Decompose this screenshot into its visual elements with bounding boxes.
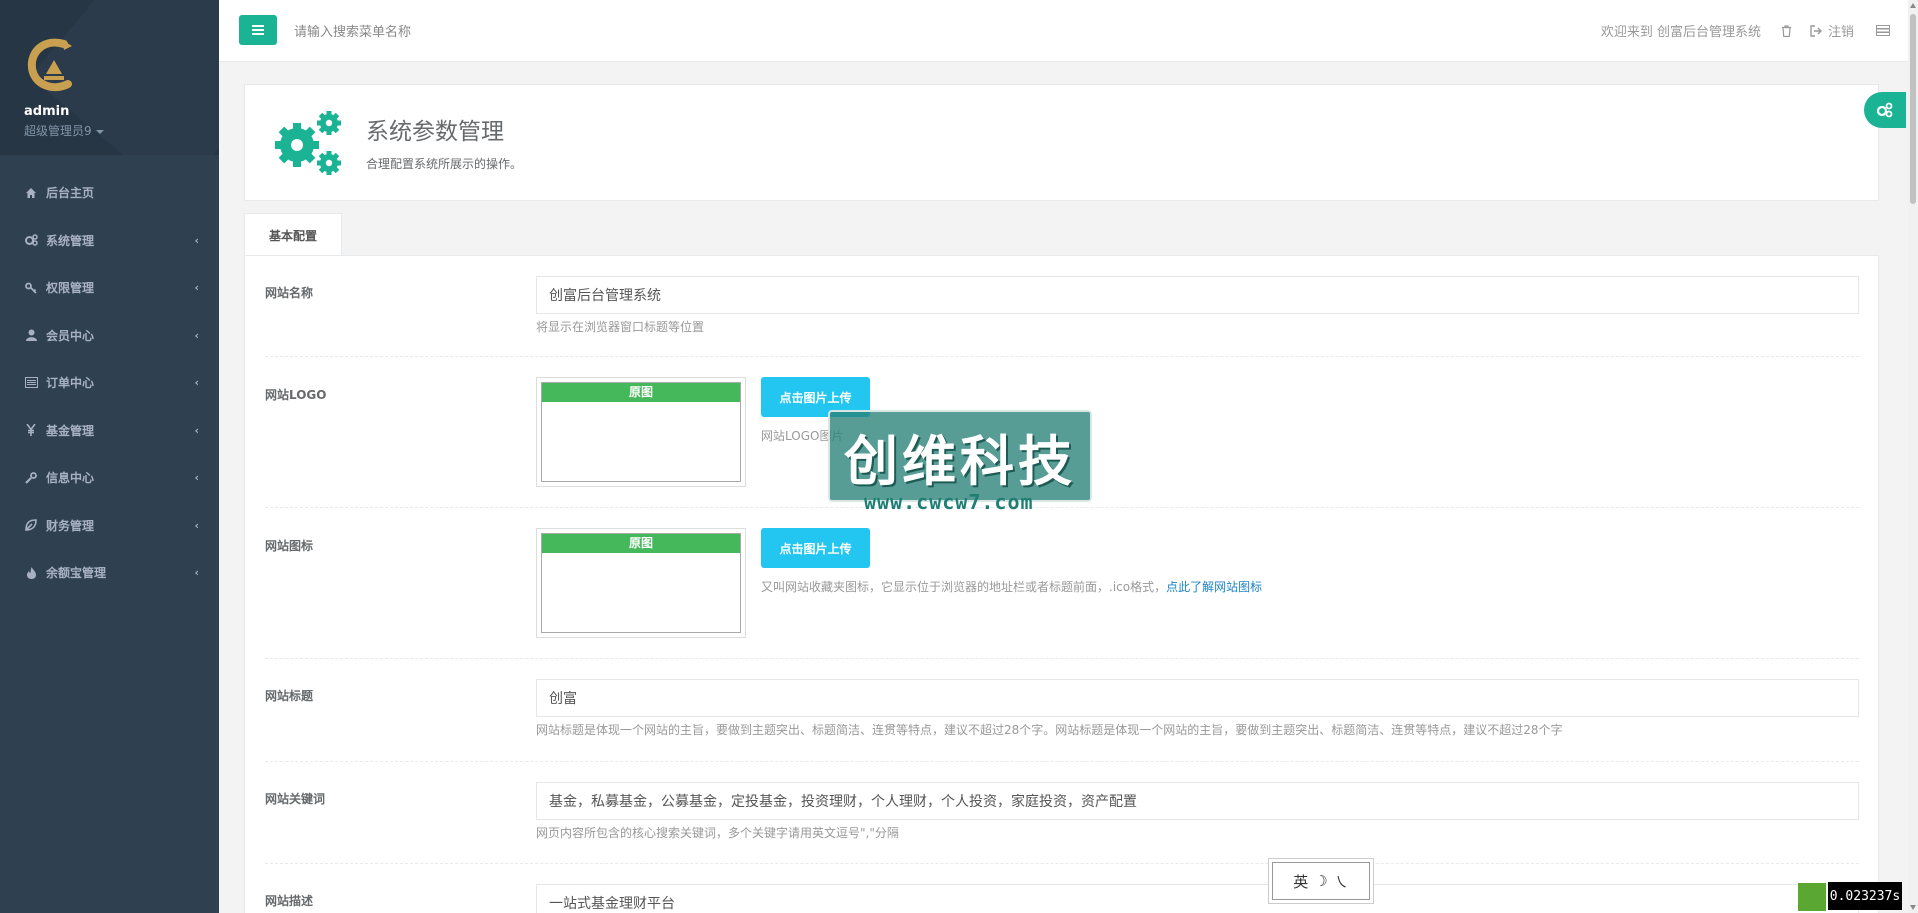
page-title: 系统参数管理 [366,119,504,145]
page-scrollbar[interactable] [1908,0,1918,913]
cogs-icon [24,233,38,247]
site-title-input[interactable]: 创富 [536,679,1859,717]
form-row-site-icon: 网站图标 原图 点击图片上传 又叫网站收藏夹图标，它显示位于浏览器的地址栏或者标… [265,508,1859,659]
admin-name: admin [24,104,70,119]
site-icon-preview: 原图 [536,528,746,638]
sidebar-item-yuebao[interactable]: 余额宝管理 ‹ [0,549,219,597]
site-desc-label: 网站描述 [265,894,314,908]
page-timing: 0.023237s [1828,882,1902,910]
chevron-left-icon: ‹ [194,233,199,247]
chevron-left-icon: ‹ [194,281,199,295]
ime-lang: 英 [1293,872,1309,891]
page-header: 系统参数管理 合理配置系统所展示的操作。 [244,84,1879,201]
sidebar-item-label: 订单中心 [46,376,95,391]
sidebar-item-label: 财务管理 [46,518,95,533]
sidebar-item-permission[interactable]: 权限管理 ‹ [0,264,219,312]
site-title-label: 网站标题 [265,689,314,703]
site-logo-label: 网站LOGO [265,388,327,402]
logo [24,34,84,94]
site-icon-label: 网站图标 [265,539,314,553]
site-name-help: 将显示在浏览器窗口标题等位置 [536,320,705,334]
chevron-left-icon: ‹ [194,566,199,580]
fire-icon [24,566,38,580]
sidebar-toggle-button[interactable] [239,15,277,45]
sidebar: admin 超级管理员9 后台主页 系统管理 ‹ 权限管理 ‹ 会员中心 ‹ 订… [0,0,219,913]
watermark-title: 创维科技 [844,429,1076,493]
site-name-label: 网站名称 [265,286,314,300]
site-name-input[interactable]: 创富后台管理系统 [536,276,1859,314]
trash-icon[interactable] [1781,24,1792,37]
page-description: 合理配置系统所展示的操作。 [366,157,523,171]
ime-toolbar[interactable]: 英 ☽ ㇏ [1272,862,1370,900]
sidebar-item-system[interactable]: 系统管理 ‹ [0,217,219,265]
sidebar-item-fund[interactable]: 基金管理 ‹ [0,407,219,455]
site-title-help: 网站标题是体现一个网站的主旨，要做到主题突出、标题简洁、连贯等特点，建议不超过2… [536,723,1563,737]
site-desc-input[interactable]: 一站式基金理财平台 [536,884,1859,913]
tab-basic-config[interactable]: 基本配置 [244,213,342,256]
leaf-icon [24,518,38,532]
logout-label: 注销 [1827,25,1854,40]
image-caption: 原图 [542,534,740,553]
theme-settings-button[interactable] [1864,92,1906,128]
caret-down-icon [95,129,104,134]
sign-out-icon [1810,24,1822,37]
sidebar-item-label: 系统管理 [46,233,95,248]
chevron-left-icon: ‹ [194,328,199,342]
sidebar-item-label: 信息中心 [46,471,95,486]
site-logo-preview: 原图 [536,377,746,487]
sidebar-item-label: 权限管理 [46,281,95,296]
sidebar-item-orders[interactable]: 订单中心 ‹ [0,359,219,407]
profile-panel: admin 超级管理员9 [0,0,219,155]
form-row-site-name: 网站名称 创富后台管理系统 将显示在浏览器窗口标题等位置 [265,256,1859,357]
debug-trace-icon[interactable] [1798,883,1826,911]
image-caption: 原图 [542,383,740,402]
sidebar-item-finance[interactable]: 财务管理 ‹ [0,502,219,550]
gears-icon [273,109,343,179]
form-row-site-desc: 网站描述 一站式基金理财平台 [265,864,1859,913]
sidebar-item-label: 余额宝管理 [46,566,107,581]
yen-icon [24,423,38,437]
tasks-icon[interactable] [1876,25,1890,36]
home-icon [24,186,38,200]
sidebar-menu: 后台主页 系统管理 ‹ 权限管理 ‹ 会员中心 ‹ 订单中心 ‹ 基金管理 ‹ [0,155,219,597]
key-icon [24,281,38,295]
ime-moon-icon: ☽ [1314,872,1328,890]
sidebar-item-info[interactable]: 信息中心 ‹ [0,454,219,502]
chevron-left-icon: ‹ [194,471,199,485]
sidebar-item-label: 基金管理 [46,423,95,438]
watermark-url: www.cwcw7.com [864,490,1034,514]
form-row-site-title: 网站标题 创富 网站标题是体现一个网站的主旨，要做到主题突出、标题简洁、连贯等特… [265,659,1859,762]
chevron-left-icon: ‹ [194,423,199,437]
favicon-help-link[interactable]: 点此了解网站图标 [1166,580,1262,594]
scrollbar-thumb[interactable] [1910,14,1916,204]
chevron-left-icon: ‹ [194,518,199,532]
tab-panel: 网站名称 创富后台管理系统 将显示在浏览器窗口标题等位置 网站LOGO 原图 点… [244,255,1879,913]
site-icon-help: 又叫网站收藏夹图标，它显示位于浏览器的地址栏或者标题前面，.ico格式，点此了解… [761,578,1262,595]
form-row-site-keywords: 网站关键词 基金，私募基金，公募基金，定投基金，投资理财，个人理财，个人投资，家… [265,762,1859,864]
site-keywords-help: 网页内容所包含的核心搜索关键词，多个关键字请用英文逗号","分隔 [536,826,899,840]
logout-button[interactable]: 注销 [1810,21,1854,40]
gears-icon [1876,102,1893,118]
chevron-left-icon: ‹ [194,376,199,390]
menu-icon [252,25,264,35]
sidebar-item-home[interactable]: 后台主页 [0,169,219,217]
ime-punct-icon: ㇏ [1333,872,1349,891]
list-icon [24,376,38,390]
sidebar-item-label: 会员中心 [46,328,95,343]
user-icon [24,328,38,342]
site-keywords-label: 网站关键词 [265,792,326,806]
sidebar-item-label: 后台主页 [46,186,95,201]
welcome-text: 欢迎来到 创富后台管理系统 [1600,25,1761,40]
site-icon-help-text: 又叫网站收藏夹图标，它显示位于浏览器的地址栏或者标题前面，.ico格式， [761,580,1167,594]
sidebar-item-members[interactable]: 会员中心 ‹ [0,312,219,360]
watermark: 创维科技 www.cwcw7.com [828,410,1092,520]
admin-role-label: 超级管理员9 [24,124,92,138]
menu-search-input[interactable]: 请输入搜索菜单名称 [294,21,411,40]
site-keywords-input[interactable]: 基金，私募基金，公募基金，定投基金，投资理财，个人理财，个人投资，家庭投资，资产… [536,782,1859,820]
admin-role-dropdown[interactable]: 超级管理员9 [24,122,219,139]
icon-upload-button[interactable]: 点击图片上传 [761,528,870,568]
topbar-right: 欢迎来到 创富后台管理系统 注销 [1601,21,1908,40]
topbar: 请输入搜索菜单名称 欢迎来到 创富后台管理系统 注销 [219,0,1908,62]
wrench-icon [24,471,38,485]
